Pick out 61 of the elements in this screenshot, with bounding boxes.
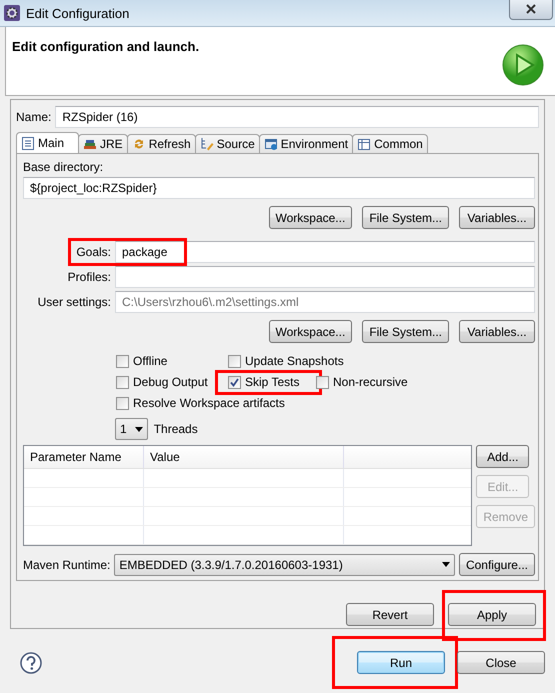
config-button[interactable]: Apply <box>448 603 536 626</box>
dialog-button[interactable]: Close <box>457 651 545 674</box>
field-label: Profiles: <box>66 270 111 284</box>
checkbox[interactable] <box>316 376 329 388</box>
configure-button[interactable]: Configure... <box>458 553 535 576</box>
input-field[interactable]: package <box>115 241 535 263</box>
table-icon <box>357 137 372 151</box>
browse-button[interactable]: Variables... <box>459 206 535 229</box>
runtime-label: Maven Runtime: <box>23 558 110 572</box>
checkbox-label[interactable]: Offline <box>116 354 168 368</box>
config-button[interactable]: Revert <box>346 603 434 626</box>
tab[interactable]: Environment <box>258 134 354 153</box>
tab[interactable]: Main <box>16 132 80 153</box>
field-label: Goals: <box>75 245 111 259</box>
browse-button[interactable]: Workspace... <box>268 206 352 229</box>
checkbox[interactable] <box>116 354 129 368</box>
input-field[interactable] <box>115 266 535 288</box>
tree-pencil-icon <box>200 137 214 151</box>
browse-button[interactable]: File System... <box>362 320 449 343</box>
checkbox[interactable] <box>228 354 241 368</box>
table-button[interactable]: Add... <box>476 445 530 468</box>
browse-button[interactable]: Workspace... <box>268 320 352 343</box>
caret-icon <box>442 562 450 567</box>
caret-icon <box>134 426 143 432</box>
base-directory-label: Base directory: <box>23 160 104 174</box>
threads-dropdown[interactable]: 1 <box>115 418 148 440</box>
name-field[interactable]: RZSpider (16) <box>55 106 539 128</box>
threads-label: Threads <box>154 422 198 436</box>
browse-button[interactable]: File System... <box>362 206 449 229</box>
name-label: Name: <box>16 110 52 124</box>
close-icon <box>526 4 536 14</box>
runtime-dropdown[interactable]: EMBEDDED (3.3.9/1.7.0.20160603-1931) <box>114 554 455 576</box>
check-mark-icon <box>230 378 239 386</box>
tab[interactable]: Refresh <box>126 134 196 153</box>
close-button[interactable] <box>509 0 553 20</box>
input-field[interactable]: C:\Users\rzhou6\.m2\settings.xml <box>115 291 535 313</box>
document-icon <box>21 136 35 150</box>
books-icon <box>83 137 98 151</box>
tab[interactable]: Source <box>194 134 260 153</box>
gear-icon <box>4 5 20 21</box>
tab[interactable]: JRE <box>78 134 128 153</box>
tab[interactable]: Common <box>352 134 428 153</box>
field-label: User settings: <box>36 295 111 309</box>
checkbox-label[interactable]: Resolve Workspace artifacts <box>116 396 285 410</box>
column-header[interactable]: Value <box>144 446 344 468</box>
checkbox-label[interactable]: Non-recursive <box>316 375 408 389</box>
checkbox[interactable] <box>228 376 241 388</box>
checkbox[interactable] <box>116 396 129 410</box>
checkbox-label[interactable]: Update Snapshots <box>228 354 344 368</box>
play-icon <box>501 43 545 87</box>
window-icon <box>264 137 278 151</box>
column-header[interactable]: Parameter Name <box>24 446 144 468</box>
help-icon <box>20 652 42 674</box>
input-field[interactable]: ${project_loc:RZSpider} <box>23 177 535 199</box>
header-title: Edit configuration and launch. <box>12 39 200 56</box>
dialog-button[interactable]: Run <box>357 651 445 674</box>
checkbox[interactable] <box>116 376 129 388</box>
window-title: Edit Configuration <box>26 6 130 20</box>
browse-button[interactable]: Variables... <box>459 320 535 343</box>
checkbox-label[interactable]: Debug Output <box>116 375 208 389</box>
checkbox-label[interactable]: Skip Tests <box>228 375 300 389</box>
